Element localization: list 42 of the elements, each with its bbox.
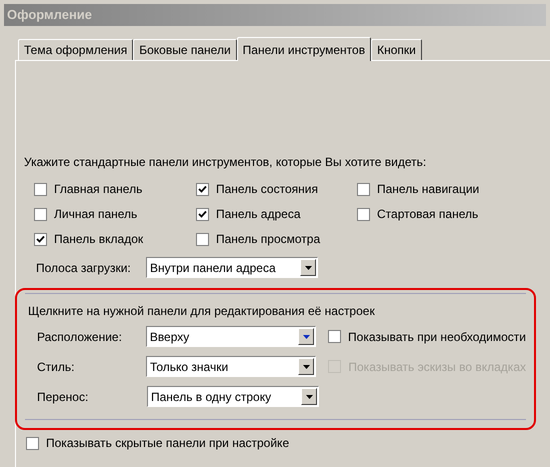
- checkbox[interactable]: [34, 232, 47, 246]
- checkbox[interactable]: [34, 182, 47, 196]
- checkbox-label: Панель вкладок: [54, 231, 144, 248]
- tab[interactable]: Тема оформления: [18, 39, 134, 60]
- dropdown-value: Панель в одну строку: [151, 388, 272, 406]
- checkbox-label: Панель адреса: [216, 206, 300, 223]
- field-label: Стиль:: [37, 358, 76, 376]
- checkbox-label: Показывать при необходимости: [348, 328, 526, 346]
- window-title: Оформление: [7, 6, 92, 24]
- checkbox-label: Показывать скрытые панели при настройке: [46, 435, 290, 452]
- checkmark-icon: [198, 184, 207, 194]
- checkbox-label: Личная панель: [54, 206, 138, 223]
- checkmark-icon: [36, 234, 45, 244]
- checkbox-label: Панель навигации: [377, 181, 480, 198]
- checkbox-label: Панель просмотра: [216, 231, 320, 248]
- checkbox[interactable]: [196, 232, 209, 246]
- dropdown-value: Только значки: [150, 358, 228, 376]
- field-label: Полоса загрузки:: [36, 260, 132, 276]
- field-label: Расположение:: [37, 328, 123, 346]
- checkbox[interactable]: [196, 182, 209, 196]
- tab[interactable]: Кнопки: [371, 39, 422, 60]
- checkbox-label: Главная панель: [54, 181, 142, 198]
- checkbox[interactable]: [26, 436, 39, 450]
- dropdown[interactable]: Панель в одну строку: [147, 386, 319, 407]
- instruction-text: Укажите стандартные панели инструментов, которые Вы хотите видеть:: [24, 154, 428, 171]
- dropdown[interactable]: Вверху: [146, 326, 316, 347]
- dropdown-value: Внутри панели адреса: [150, 260, 276, 276]
- field-label: Перенос:: [37, 388, 90, 406]
- tab[interactable]: Боковые панели: [133, 39, 237, 60]
- checkbox[interactable]: [328, 330, 342, 343]
- dropdown[interactable]: Внутри панели адреса: [146, 257, 318, 278]
- tab[interactable]: Панели инструментов: [236, 37, 372, 61]
- checkbox[interactable]: [357, 182, 370, 196]
- checkbox[interactable]: [34, 208, 47, 220]
- checkbox-label: Панель состояния: [216, 181, 318, 198]
- checkmark-icon: [198, 210, 207, 218]
- checkbox[interactable]: [196, 208, 209, 220]
- checkbox[interactable]: [357, 208, 370, 220]
- settings-instruction: Щелкните на нужной панели для редактирования её настроек: [27, 303, 376, 320]
- dropdown[interactable]: Только значки: [146, 356, 316, 377]
- dropdown-value: Вверху: [150, 328, 190, 346]
- checkbox-label: Стартовая панель: [377, 206, 478, 223]
